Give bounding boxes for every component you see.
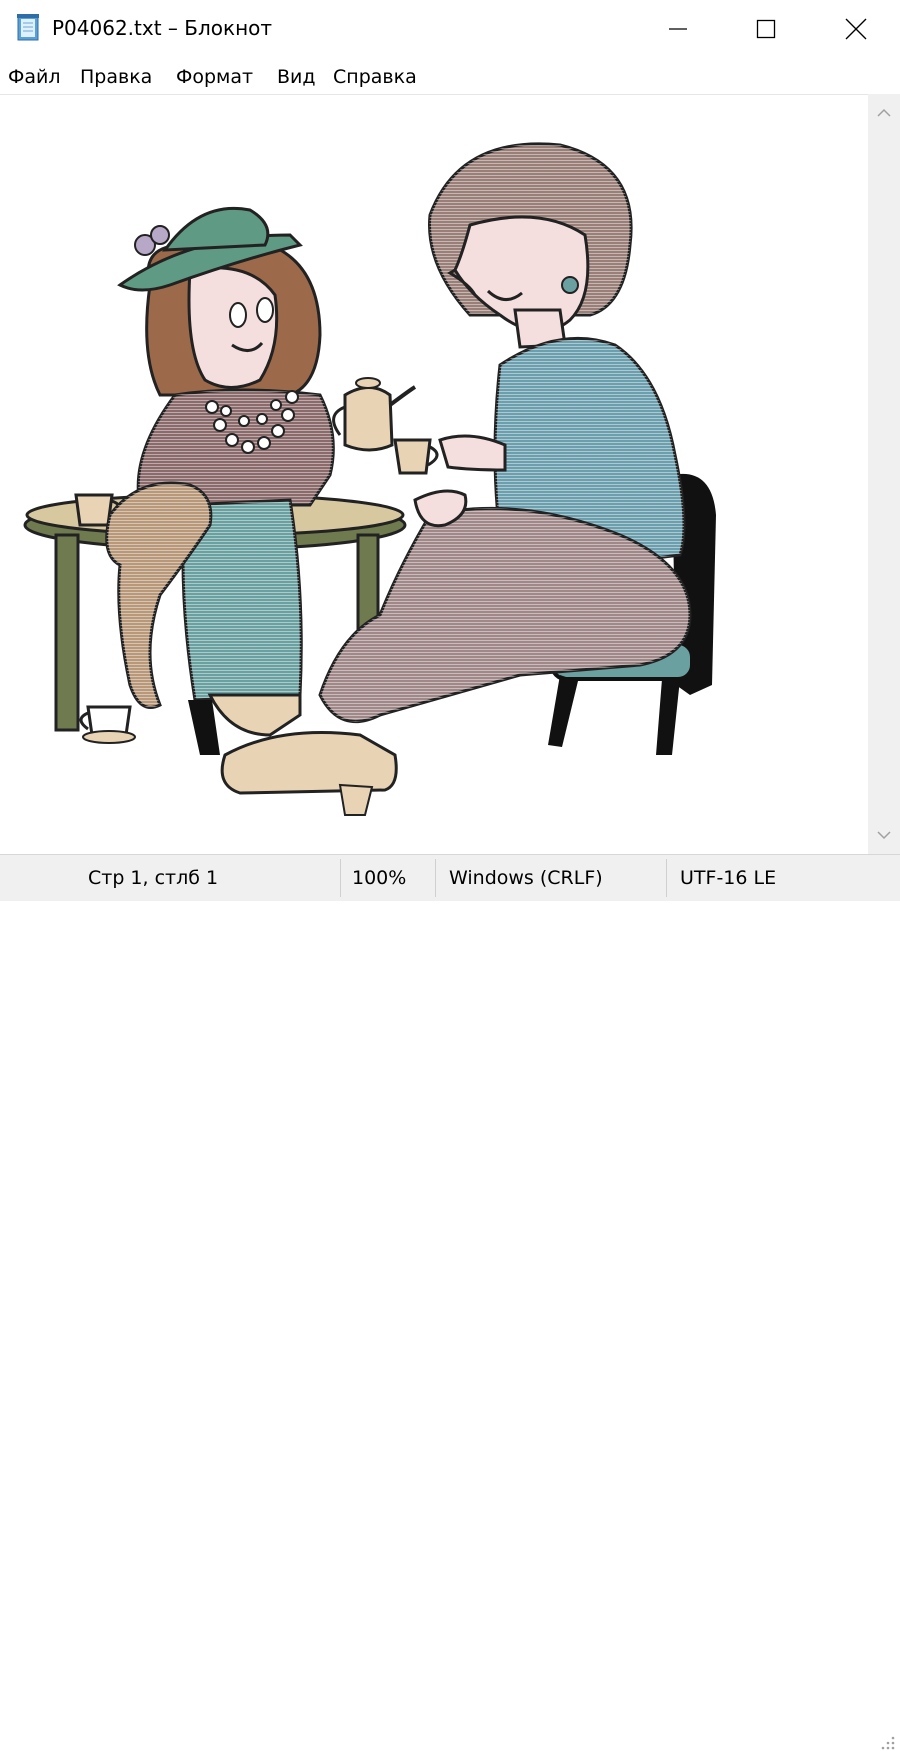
- tea-party-illustration: [23, 142, 716, 816]
- line-endings: Windows (CRLF): [449, 867, 603, 889]
- maximize-button[interactable]: [720, 0, 812, 58]
- status-divider: [666, 859, 667, 897]
- chevron-up-icon: [877, 108, 891, 117]
- chevron-down-icon: [877, 831, 891, 840]
- status-divider: [435, 859, 436, 897]
- zoom-level: 100%: [352, 867, 407, 889]
- menu-edit[interactable]: Правка: [80, 66, 152, 88]
- menu-view[interactable]: Вид: [277, 66, 316, 88]
- notepad-icon: [14, 12, 44, 42]
- text-editor-area[interactable]: [0, 94, 868, 855]
- menu-format[interactable]: Формат: [176, 66, 253, 88]
- scroll-up-button[interactable]: [868, 98, 900, 128]
- close-button[interactable]: [810, 0, 900, 58]
- scroll-down-button[interactable]: [868, 820, 900, 850]
- menu-help[interactable]: Справка: [333, 66, 417, 88]
- cursor-position: Стр 1, стлб 1: [88, 867, 219, 889]
- teacup-floor: [79, 705, 136, 744]
- close-icon: [845, 18, 867, 40]
- resize-grip-icon[interactable]: [878, 1733, 896, 1751]
- vertical-scrollbar[interactable]: [868, 94, 900, 854]
- encoding: UTF-16 LE: [680, 867, 777, 889]
- menu-bar: Файл Правка Формат Вид Справка: [0, 60, 900, 94]
- teacup-held: [393, 438, 439, 475]
- title-bar[interactable]: P04062.txt – Блокнот: [0, 0, 900, 58]
- menu-file[interactable]: Файл: [8, 66, 61, 88]
- maximize-icon: [756, 19, 776, 39]
- minimize-icon: [669, 28, 687, 30]
- status-divider: [340, 859, 341, 897]
- window-title: P04062.txt – Блокнот: [52, 16, 273, 40]
- status-bar: Стр 1, стлб 1 100% Windows (CRLF) UTF-16…: [0, 854, 900, 1750]
- minimize-button[interactable]: [632, 0, 724, 58]
